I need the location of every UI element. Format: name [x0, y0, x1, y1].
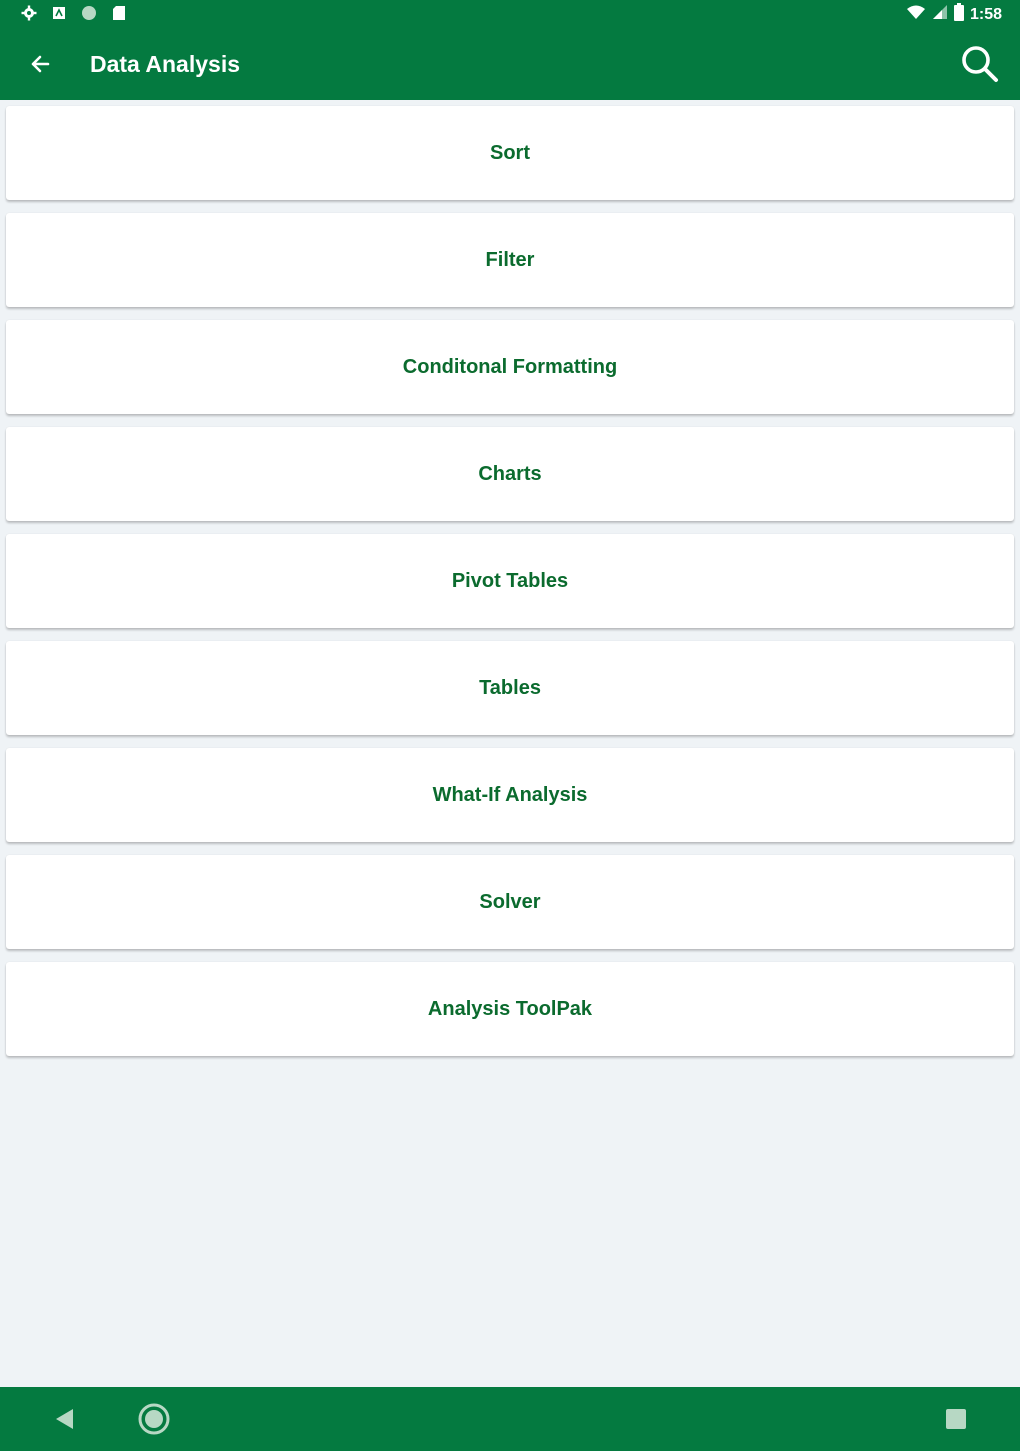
- list-item-sort[interactable]: Sort: [6, 106, 1014, 200]
- list-item-charts[interactable]: Charts: [6, 427, 1014, 521]
- list-item-label: Solver: [479, 890, 541, 913]
- status-bar: 1:58: [0, 0, 1020, 28]
- home-circle-icon: [138, 1403, 170, 1435]
- list-item-label: Conditonal Formatting: [402, 355, 618, 378]
- notification-icon: [50, 4, 68, 22]
- sd-card-icon: [110, 4, 128, 22]
- status-time: 1:58: [969, 5, 1002, 23]
- app-bar: Data Analysis: [0, 28, 1020, 100]
- nav-home-button[interactable]: [136, 1401, 172, 1437]
- nav-back-button[interactable]: [46, 1401, 82, 1437]
- list-item-analysis-toolpak[interactable]: Analysis ToolPak: [6, 962, 1014, 1056]
- search-button[interactable]: [958, 42, 1002, 86]
- list-item-label: What-If Analysis: [432, 783, 588, 806]
- battery-icon: [953, 3, 964, 26]
- page-title: Data Analysis: [90, 51, 240, 77]
- system-nav-bar: [0, 1387, 1020, 1451]
- topic-list: Sort Filter Conditonal Formatting Charts…: [6, 106, 1014, 1069]
- list-item-label: Charts: [478, 462, 542, 485]
- back-triangle-icon: [56, 1409, 73, 1429]
- wifi-icon: [906, 4, 926, 25]
- back-button[interactable]: [22, 46, 58, 82]
- search-icon: [962, 46, 998, 82]
- list-item-tables[interactable]: Tables: [6, 641, 1014, 735]
- status-right: 1:58: [906, 3, 1002, 26]
- arrow-left-icon: [31, 55, 50, 73]
- recents-square-icon: [946, 1409, 966, 1429]
- signal-icon: [932, 4, 948, 25]
- list-item-label: Pivot Tables: [451, 569, 569, 592]
- settings-icon: [20, 4, 38, 22]
- circle-icon: [80, 4, 98, 22]
- status-left-icons: [20, 4, 128, 22]
- list-item-label: Sort: [490, 141, 530, 164]
- list-item-conditional-formatting[interactable]: Conditonal Formatting: [6, 320, 1014, 414]
- list-item-solver[interactable]: Solver: [6, 855, 1014, 949]
- nav-recents-button[interactable]: [938, 1401, 974, 1437]
- list-item-label: Filter: [485, 248, 535, 271]
- list-item-what-if-analysis[interactable]: What-If Analysis: [6, 748, 1014, 842]
- list-item-filter[interactable]: Filter: [6, 213, 1014, 307]
- list-item-pivot-tables[interactable]: Pivot Tables: [6, 534, 1014, 628]
- list-item-label: Tables: [479, 676, 541, 699]
- list-item-label: Analysis ToolPak: [427, 997, 593, 1020]
